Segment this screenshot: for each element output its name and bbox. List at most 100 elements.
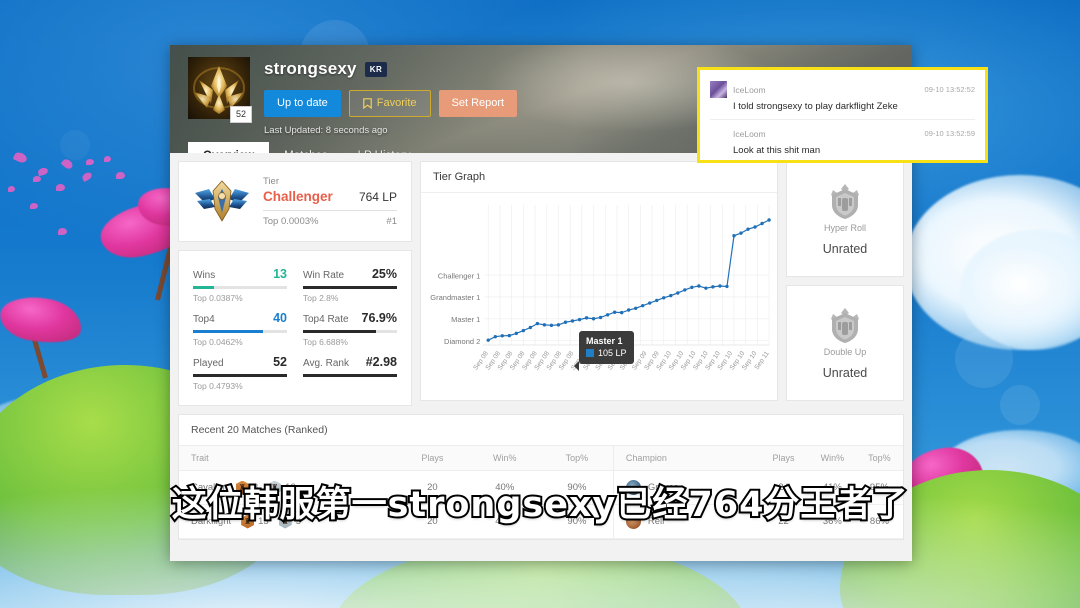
tab-matches[interactable]: Matches: [269, 142, 342, 153]
th-trait-win[interactable]: Win%: [468, 445, 541, 471]
chart-column: Tier Graph Challenger 1 Grandmaster 1 Mast…: [420, 161, 778, 406]
tier-rank: #1: [386, 216, 397, 227]
stat-bar: [303, 374, 397, 377]
stat-bar: [303, 330, 397, 333]
svg-text:Diamond 2: Diamond 2: [444, 337, 480, 346]
stat-played: Played 52 Top 0.4793%: [193, 349, 287, 393]
chat-text: I told strongsexy to play darkflight Zek…: [733, 101, 898, 112]
stat-value: 25%: [371, 267, 397, 281]
level-badge: 52: [229, 106, 252, 123]
chat-timestamp: 09-10 13:52:59: [924, 129, 975, 138]
update-button[interactable]: Up to date: [264, 90, 341, 117]
region-badge: KR: [364, 61, 388, 77]
last-updated-text: Last Updated: 8 seconds ago: [264, 125, 388, 136]
th-trait-plays[interactable]: Plays: [396, 445, 469, 471]
stat-wins: Wins 13 Top 0.0387%: [193, 261, 287, 305]
chat-text: Look at this shit man: [733, 145, 821, 156]
stat-key: Wins: [193, 270, 216, 281]
chart-tooltip: Master 1 105 LP: [574, 331, 634, 372]
stat-bar: [193, 374, 287, 377]
chart-plot-area[interactable]: Challenger 1 Grandmaster 1 Master 1 Diamond…: [421, 193, 777, 401]
tab-lp-history[interactable]: LP History: [343, 142, 426, 153]
stat-avg-rank: Avg. Rank #2.98: [303, 349, 397, 393]
chat-username: IceLoom: [733, 84, 766, 95]
stat-top4-rate: Top4 Rate 76.9% Top 6.688%: [303, 305, 397, 349]
chat-username: IceLoom: [733, 128, 766, 139]
mode-rank: Unrated: [822, 366, 868, 380]
chat-timestamp: 09-10 13:52:52: [924, 85, 975, 94]
stat-win-rate: Win Rate 25% Top 2.8%: [303, 261, 397, 305]
th-trait-units: [273, 445, 397, 471]
th-champion-top[interactable]: Top%: [855, 445, 903, 471]
mode-name: Hyper Roll: [823, 223, 866, 233]
stat-bar: [303, 286, 397, 289]
svg-text:Grandmaster 1: Grandmaster 1: [430, 293, 480, 302]
th-champion[interactable]: Champion: [612, 445, 715, 471]
tier-label: Tier: [263, 176, 280, 187]
tooltip-lp: 105 LP: [598, 348, 627, 359]
th-champion-plays[interactable]: Plays: [758, 445, 809, 471]
stat-sub: Top 0.0387%: [193, 293, 243, 303]
chart-title: Tier Graph: [421, 162, 777, 193]
favorite-button[interactable]: Favorite: [348, 90, 431, 117]
tooltip-swatch: [586, 349, 594, 358]
stat-key: Played: [193, 358, 224, 369]
stat-key: Top4 Rate: [303, 314, 349, 325]
petal: [56, 184, 65, 191]
avatar[interactable]: 52: [188, 57, 252, 123]
stat-bar: [193, 286, 287, 289]
th-trait-top[interactable]: Top%: [540, 445, 614, 471]
svg-text:Challenger 1: Challenger 1: [438, 271, 481, 280]
th-champion-spacer: [714, 445, 759, 471]
chat-avatar-placeholder: [710, 125, 727, 142]
svg-text:Master 1: Master 1: [451, 315, 480, 324]
left-column: Tier Challenger 764 LP Top 0.0003% #1 Wi…: [178, 161, 412, 406]
tooltip-tier: Master 1: [586, 336, 623, 346]
mode-name: Double Up: [823, 347, 867, 357]
recent-matches-title: Recent 20 Matches (Ranked): [191, 424, 328, 436]
chat-avatar: [710, 81, 727, 98]
bokeh-circle: [60, 130, 90, 160]
tier-top-percent: Top 0.0003%: [263, 216, 319, 227]
chat-message: IceLoom 09-10 13:52:52 I told strongsexy…: [710, 76, 975, 119]
page-title: strongsexy: [264, 59, 357, 78]
chat-overlay: IceLoom 09-10 13:52:52 I told strongsexy…: [697, 67, 988, 163]
stat-sub: Top 6.688%: [303, 337, 348, 347]
stat-sub: Top 0.4793%: [193, 381, 243, 391]
tier-name: Challenger: [263, 189, 333, 204]
th-champion-win[interactable]: Win%: [808, 445, 856, 471]
stat-top4: Top4 40 Top 0.0462%: [193, 305, 287, 349]
action-buttons: Up to date Favorite Set Report: [264, 90, 518, 117]
tier-graph-card: Tier Graph Challenger 1 Grandmaster 1 Mast…: [420, 161, 778, 401]
stat-key: Win Rate: [303, 270, 345, 281]
th-trait[interactable]: Trait: [179, 445, 274, 471]
hyper-roll-emblem-icon: [831, 184, 859, 219]
hyper-roll-card: Hyper Roll Unrated: [786, 161, 904, 277]
tier-line-chart: Challenger 1 Grandmaster 1 Master 1 Diamond…: [430, 205, 771, 372]
tier-lp: 764 LP: [358, 190, 397, 204]
chat-message: IceLoom 09-10 13:52:59 Look at this shit…: [710, 119, 975, 163]
favorite-label: Favorite: [376, 97, 417, 109]
petal: [86, 159, 94, 165]
mode-rank: Unrated: [822, 242, 868, 256]
stat-value: 40: [273, 311, 287, 325]
tab-overview[interactable]: Overview: [188, 142, 270, 153]
petal: [33, 176, 41, 182]
video-subtitle: 这位韩服第一strongsexy已经764分王者了: [170, 483, 910, 527]
divider: [263, 210, 397, 211]
bookmark-icon: [362, 98, 372, 109]
petal: [8, 186, 15, 192]
stat-key: Avg. Rank: [303, 358, 349, 369]
bokeh-circle: [1000, 385, 1040, 425]
challenger-emblem-icon: [195, 179, 249, 222]
stat-sub: Top 2.8%: [303, 293, 339, 303]
petal: [116, 172, 125, 179]
table-header-row: Trait Plays Win% Top% Champion Plays Win…: [179, 445, 903, 471]
double-up-card: Double Up Unrated: [786, 285, 904, 401]
petal: [104, 156, 111, 162]
set-report-button[interactable]: Set Report: [438, 90, 518, 117]
stat-value: 52: [273, 355, 287, 369]
stat-value: 13: [273, 267, 287, 281]
stats-grid: Wins 13 Top 0.0387% Win Rate 25% Top 2.8…: [178, 250, 412, 406]
stat-bar: [193, 330, 287, 333]
